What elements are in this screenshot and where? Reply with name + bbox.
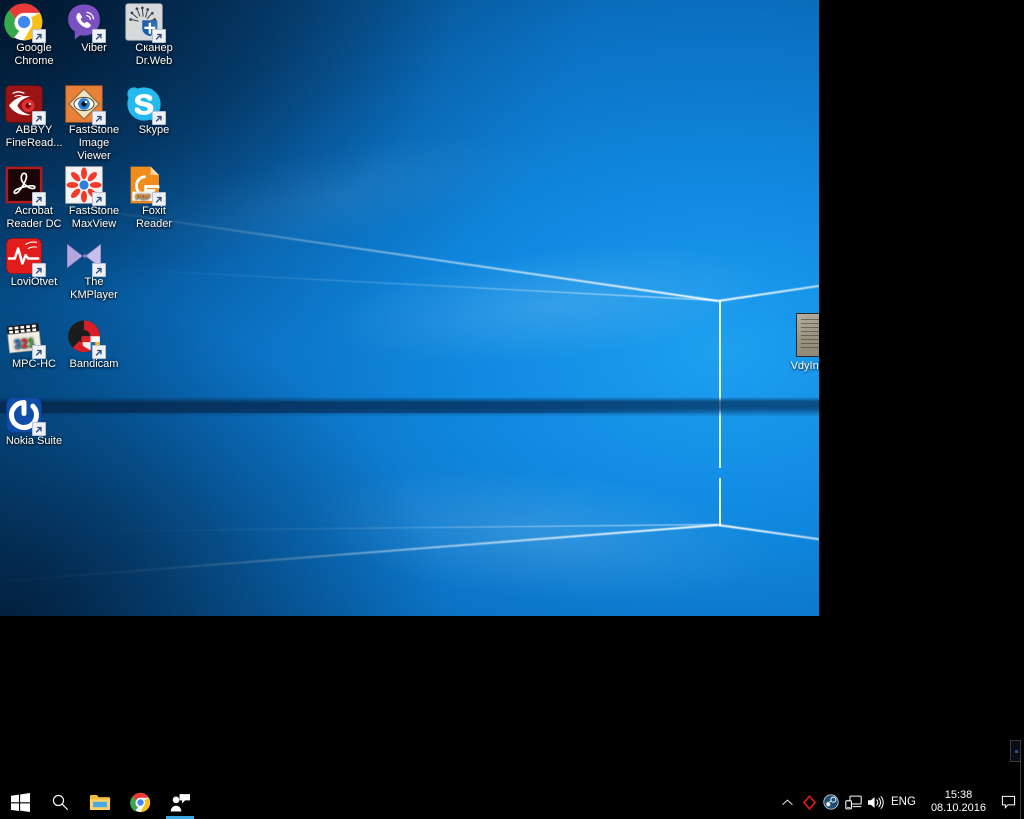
tray-icon-network[interactable]: [842, 785, 864, 819]
taskbar-empty-area[interactable]: [200, 785, 776, 819]
tray-icon-show-hidden[interactable]: [776, 785, 798, 819]
desktop-icon-faststone-image-viewer[interactable]: FastStone Image Viewer: [64, 84, 124, 163]
mpc-hc-icon: 321: [4, 318, 64, 359]
desktop-icon-label: Bandicam: [69, 358, 119, 370]
foxit-reader-icon: PDF: [124, 165, 184, 206]
network-monitor-icon: [844, 795, 862, 809]
desktop-icon-skype[interactable]: Skype: [124, 84, 184, 137]
shortcut-overlay-icon: [152, 111, 166, 125]
action-center-icon: [1001, 795, 1015, 809]
shortcut-overlay-icon: [152, 192, 166, 206]
shortcut-overlay-icon: [92, 111, 106, 125]
viber-icon: [64, 2, 124, 43]
search-icon: [52, 794, 68, 810]
desktop-icon-mpc-hc[interactable]: 321 MPC-HC: [4, 318, 64, 371]
taskbar-buttons: [0, 785, 200, 819]
screen-edge-artifact: [1010, 740, 1021, 762]
svg-text:PDF: PDF: [136, 192, 151, 201]
clock[interactable]: 15:38 08.10.2016: [923, 785, 994, 819]
tray-icon-list: [776, 785, 886, 819]
desktop-icon-label: Acrobat Reader DC: [6, 205, 62, 230]
clock-date: 08.10.2016: [930, 802, 986, 814]
system-tray: ENG 15:38 08.10.2016: [776, 785, 1024, 819]
desktop-icon-grid: Google Chrome Viber Сканер Dr.Web ABBYY …: [0, 0, 200, 470]
desktop-icon-abbyy-finereader[interactable]: ABBYY FineRead...: [4, 84, 64, 150]
desktop-icon-label: MPC-HC: [12, 358, 56, 370]
faststone-viewer-icon: [64, 84, 124, 125]
shortcut-overlay-icon: [92, 192, 106, 206]
faststone-maxview-icon: [64, 165, 124, 206]
language-indicator[interactable]: ENG: [886, 785, 923, 819]
desktop-icon-label: Сканер Dr.Web: [135, 42, 173, 67]
abbyy-finereader-icon: [4, 84, 64, 125]
taskbar-button-people[interactable]: [160, 785, 200, 819]
chevron-up-icon: [781, 799, 793, 805]
people-chat-icon: [170, 793, 190, 812]
taskbar-button-search[interactable]: [40, 785, 80, 819]
speaker-volume-icon: [867, 795, 884, 809]
steam-icon: [823, 794, 839, 810]
desktop-icon-label: Google Chrome: [14, 42, 54, 67]
desktop-icon-label: FastStone Image Viewer: [68, 124, 120, 162]
desktop-icon-label: Nokia Suite: [5, 435, 63, 447]
desktop-icon-label: ABBYY FineRead...: [5, 124, 63, 149]
tray-icon-drweb[interactable]: [798, 785, 820, 819]
shortcut-overlay-icon: [32, 345, 46, 359]
desktop-icon-bandicam[interactable]: Bandicam: [64, 318, 124, 371]
desktop-icon-acrobat-reader-dc[interactable]: Acrobat Reader DC: [4, 165, 64, 231]
screen-edge-line: [1020, 760, 1021, 819]
shortcut-overlay-icon: [152, 29, 166, 43]
desktop-wallpaper[interactable]: Google Chrome Viber Сканер Dr.Web ABBYY …: [0, 0, 819, 616]
desktop-icon-label: FastStone MaxView: [68, 205, 120, 230]
desktop-icon-label: The KMPlayer: [70, 276, 118, 301]
clock-time: 15:38: [944, 789, 973, 801]
windows-start-icon: [10, 792, 30, 812]
desktop-icon-label: Viber: [81, 42, 107, 54]
shortcut-overlay-icon: [92, 345, 106, 359]
desktop-icon-google-chrome[interactable]: Google Chrome: [4, 2, 64, 68]
shortcut-overlay-icon: [32, 422, 46, 436]
shortcut-overlay-icon: [32, 29, 46, 43]
drweb-diamond-icon: [802, 794, 816, 810]
drweb-scanner-icon: [124, 2, 184, 43]
skype-icon: [124, 84, 184, 125]
desktop-icon-skaner-drweb[interactable]: Сканер Dr.Web: [124, 2, 184, 68]
desktop-icon-nokia-suite[interactable]: Nokia Suite: [4, 395, 64, 448]
desktop-icon-vdyindg[interactable]: VdyIndG: [782, 313, 819, 373]
taskbar-button-start[interactable]: [0, 785, 40, 819]
kmplayer-icon: [64, 236, 124, 277]
document-thumbnail-icon: [796, 313, 819, 357]
desktop-icon-the-kmplayer[interactable]: The KMPlayer: [64, 236, 124, 302]
nokia-suite-icon: [4, 395, 64, 436]
bandicam-icon: [64, 318, 124, 359]
tray-icon-steam[interactable]: [820, 785, 842, 819]
acrobat-reader-icon: [4, 165, 64, 206]
desktop-icon-foxit-reader[interactable]: PDF Foxit Reader: [124, 165, 184, 231]
desktop-icon-faststone-maxview[interactable]: FastStone MaxView: [64, 165, 124, 231]
taskbar[interactable]: ENG 15:38 08.10.2016: [0, 785, 1024, 819]
desktop-icon-label: Skype: [138, 124, 170, 136]
screen: Google Chrome Viber Сканер Dr.Web ABBYY …: [0, 0, 1024, 819]
shortcut-overlay-icon: [92, 29, 106, 43]
desktop-icon-loviotvet[interactable]: LoviOtvet: [4, 236, 64, 289]
shortcut-overlay-icon: [32, 263, 46, 277]
taskbar-button-file-explorer[interactable]: [80, 785, 120, 819]
folder-icon: [89, 794, 111, 810]
chrome-icon: [4, 2, 64, 43]
loviotvet-icon: [4, 236, 64, 277]
taskbar-button-chrome[interactable]: [120, 785, 160, 819]
desktop-icon-label: VdyIndG: [790, 360, 819, 372]
shortcut-overlay-icon: [32, 192, 46, 206]
shortcut-overlay-icon: [32, 111, 46, 125]
desktop-icon-label: LoviOtvet: [10, 276, 58, 288]
tray-icon-volume[interactable]: [864, 785, 886, 819]
action-center-button[interactable]: [994, 785, 1022, 819]
desktop-icon-label: Foxit Reader: [135, 205, 173, 230]
shortcut-overlay-icon: [92, 263, 106, 277]
desktop-icon-viber[interactable]: Viber: [64, 2, 124, 55]
